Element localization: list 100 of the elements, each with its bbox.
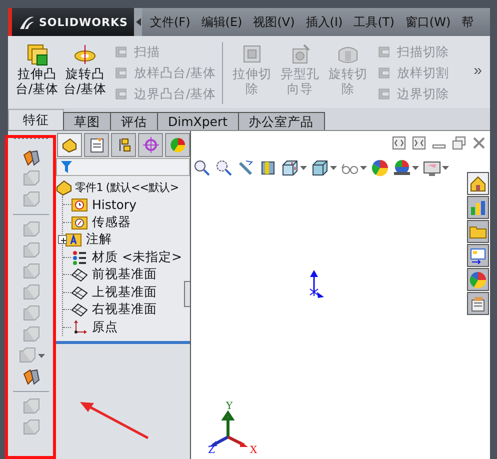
clipboard-icon bbox=[469, 294, 487, 312]
split-view-icon[interactable] bbox=[412, 136, 426, 150]
section-icon[interactable] bbox=[259, 159, 277, 177]
collapse-arrow-icon[interactable] bbox=[136, 18, 140, 26]
shape-icon bbox=[113, 86, 129, 102]
caret-icon[interactable] bbox=[330, 166, 337, 170]
command-button[interactable]: 拉伸凸台/基体 bbox=[14, 42, 60, 96]
tab[interactable]: 草图 bbox=[63, 112, 111, 130]
plane-icon bbox=[71, 266, 88, 284]
axis-label: X bbox=[250, 445, 258, 455]
caret-icon[interactable] bbox=[300, 166, 307, 170]
menu-item[interactable]: 帮 bbox=[462, 14, 474, 30]
menu-item[interactable]: 插入(I) bbox=[306, 14, 343, 30]
tree-item[interactable]: 注解 bbox=[86, 231, 112, 248]
task-pane-tab[interactable] bbox=[467, 172, 489, 195]
caret-icon bbox=[38, 354, 44, 358]
shape-icon bbox=[376, 86, 392, 102]
origin-arrows-icon bbox=[308, 268, 326, 298]
task-pane-tab[interactable] bbox=[467, 196, 489, 219]
caret-icon[interactable] bbox=[412, 166, 419, 170]
tool-button[interactable] bbox=[22, 367, 40, 386]
close-icon[interactable] bbox=[472, 136, 486, 150]
task-pane-tab[interactable] bbox=[467, 292, 489, 315]
block-icon bbox=[22, 221, 40, 238]
block-icon bbox=[22, 170, 40, 187]
command-button[interactable]: 旋转凸台/基体 bbox=[62, 42, 108, 96]
tab[interactable]: 办公室产品 bbox=[238, 112, 325, 130]
collapse-handle[interactable] bbox=[184, 281, 190, 307]
cube-icon[interactable] bbox=[311, 159, 329, 177]
panel-tab[interactable] bbox=[111, 133, 136, 157]
clipboard-icon bbox=[88, 136, 106, 154]
task-pane-tab[interactable] bbox=[467, 268, 489, 291]
zoom-icon[interactable] bbox=[215, 159, 233, 177]
folder-letter-icon bbox=[65, 231, 82, 248]
tree-item[interactable]: 原点 bbox=[92, 318, 118, 336]
tree-item[interactable]: 前视基准面 bbox=[92, 266, 157, 284]
scene-icon[interactable] bbox=[393, 159, 411, 177]
block-icon bbox=[22, 326, 40, 343]
tab[interactable]: 评估 bbox=[110, 112, 158, 130]
ring-icon bbox=[73, 42, 97, 66]
caret-icon[interactable] bbox=[360, 166, 367, 170]
block-icon bbox=[22, 263, 40, 280]
brand-name: SOLIDWORKS bbox=[39, 16, 128, 28]
tree-item[interactable]: 上视基准面 bbox=[92, 284, 157, 301]
tree-item[interactable]: 传感器 bbox=[92, 214, 131, 231]
color-ball-icon bbox=[469, 270, 487, 288]
block-icon bbox=[22, 398, 40, 415]
menu-item[interactable]: 编辑(E) bbox=[201, 14, 242, 30]
tab[interactable]: DimXpert bbox=[157, 112, 239, 130]
tool-button[interactable] bbox=[22, 148, 40, 167]
shape-icon bbox=[113, 65, 129, 81]
split-view-icon[interactable] bbox=[392, 136, 406, 150]
monitor-icon[interactable] bbox=[423, 159, 441, 177]
tree-item[interactable]: History bbox=[92, 197, 136, 212]
color-ball-icon[interactable] bbox=[371, 159, 389, 177]
expand-toggle[interactable] bbox=[58, 235, 67, 244]
block-icon bbox=[22, 368, 40, 385]
caret-icon[interactable] bbox=[442, 166, 449, 170]
folder-gauge-icon bbox=[71, 214, 88, 231]
triad-drawing bbox=[209, 412, 248, 447]
tree-item[interactable]: 零件1 (默认<<默认> bbox=[75, 180, 179, 195]
block-icon bbox=[22, 191, 40, 208]
folder-clock-icon bbox=[71, 196, 88, 214]
task-pane-tab[interactable] bbox=[467, 220, 489, 243]
axis-label: Y bbox=[226, 401, 233, 412]
origin-icon bbox=[71, 318, 88, 336]
block-icon bbox=[22, 419, 40, 436]
block-icon bbox=[25, 42, 49, 66]
zoom-icon[interactable] bbox=[193, 159, 211, 177]
task-pane-tab[interactable] bbox=[467, 244, 489, 267]
tree-item[interactable]: 右视基准面 bbox=[92, 301, 157, 318]
block-icon bbox=[22, 242, 40, 259]
chart-icon bbox=[469, 198, 487, 216]
filter-icon[interactable] bbox=[61, 161, 72, 173]
axis-label: Z bbox=[208, 445, 215, 455]
panel-tab[interactable] bbox=[165, 133, 190, 157]
target-icon bbox=[142, 136, 160, 154]
block-icon bbox=[18, 347, 36, 364]
material-icon bbox=[71, 248, 88, 266]
tree-item[interactable]: 材质 <未指定> bbox=[92, 248, 182, 266]
part-icon bbox=[56, 179, 73, 196]
block-icon bbox=[22, 305, 40, 322]
menu-item[interactable]: 视图(V) bbox=[253, 14, 295, 30]
plus-icon bbox=[59, 236, 68, 246]
cube-icon[interactable] bbox=[281, 159, 299, 177]
shape-icon bbox=[113, 44, 129, 60]
menu-item[interactable]: 窗口(W) bbox=[405, 14, 451, 30]
panel-tab[interactable] bbox=[84, 133, 109, 157]
menu-item[interactable]: 文件(F) bbox=[150, 14, 190, 30]
menu-item[interactable]: 工具(T) bbox=[354, 14, 394, 30]
shape-icon bbox=[376, 65, 392, 81]
block-icon bbox=[22, 149, 40, 166]
color-ball-icon bbox=[168, 136, 186, 154]
plane-icon bbox=[71, 284, 88, 301]
plane-icon bbox=[71, 301, 88, 318]
panel-tab[interactable] bbox=[57, 133, 82, 157]
shape-icon bbox=[376, 44, 392, 60]
restore-icon[interactable] bbox=[452, 136, 466, 150]
tab[interactable]: 特征 bbox=[8, 109, 64, 130]
more-button[interactable]: » bbox=[474, 62, 482, 79]
